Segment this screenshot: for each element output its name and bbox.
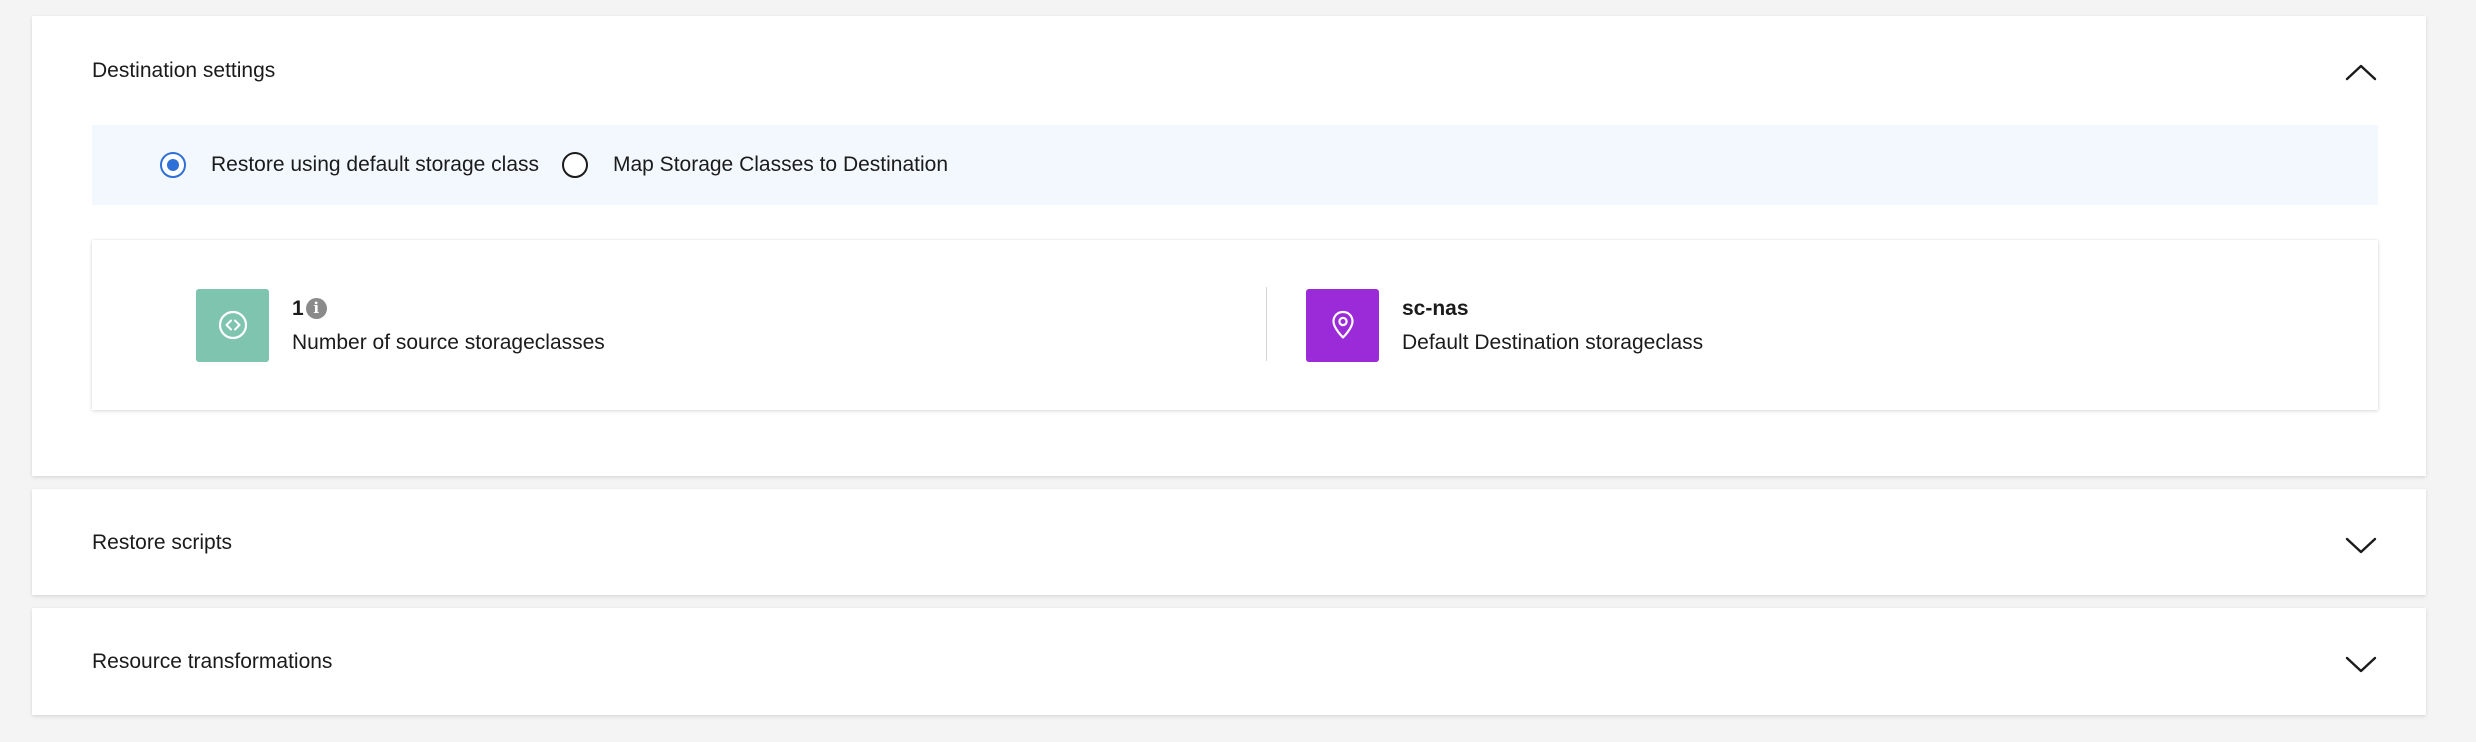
radio-button-unchecked[interactable] (562, 152, 588, 178)
source-count-value: 1 (292, 297, 304, 321)
destination-stat-text: sc-nas Default Destination storageclass (1402, 295, 1703, 355)
destination-storageclass-description: Default Destination storageclass (1402, 330, 1704, 354)
restore-scripts-title: Restore scripts (92, 531, 233, 554)
destination-settings-header[interactable]: Destination settings (32, 16, 2426, 106)
info-icon[interactable]: i (305, 298, 327, 320)
chevron-up-icon[interactable] (2344, 62, 2378, 82)
restore-scripts-panel: Restore scripts (32, 489, 2426, 595)
summary-divider (1266, 287, 1267, 361)
resource-transformations-title: Resource transformations (92, 650, 333, 673)
storage-class-mode-radio-group: Restore using default storage class Map … (92, 125, 2378, 205)
destination-storageclass-stat: sc-nas Default Destination storageclass (1306, 288, 1703, 362)
source-stat-text: 1i Number of source storageclasses (292, 295, 605, 355)
radio-map-storage-classes[interactable]: Map Storage Classes to Destination (562, 125, 948, 205)
restore-settings-page: Destination settings Restore using defau… (0, 0, 2476, 742)
source-storageclasses-stat: 1i Number of source storageclasses (196, 288, 605, 362)
destination-storageclass-name: sc-nas (1402, 297, 1469, 321)
storage-class-icon (196, 288, 269, 362)
radio-label: Restore using default storage class (211, 153, 540, 176)
radio-button-checked[interactable] (160, 152, 186, 178)
resource-transformations-panel: Resource transformations (32, 608, 2426, 715)
chevron-down-icon[interactable] (2344, 654, 2378, 674)
radio-label: Map Storage Classes to Destination (613, 153, 949, 176)
radio-restore-default-storage-class[interactable]: Restore using default storage class (160, 125, 539, 205)
location-pin-icon (1306, 288, 1379, 362)
resource-transformations-header[interactable]: Resource transformations (32, 608, 2426, 715)
source-storageclass-description: Number of source storageclasses (292, 330, 605, 354)
destination-settings-panel: Destination settings Restore using defau… (32, 16, 2426, 476)
source-storageclass-count: 1i (292, 295, 605, 323)
destination-settings-title: Destination settings (92, 59, 276, 82)
chevron-down-icon[interactable] (2344, 535, 2378, 555)
storage-class-summary-card: 1i Number of source storageclasses sc-na… (92, 240, 2378, 410)
restore-scripts-header[interactable]: Restore scripts (32, 489, 2426, 595)
